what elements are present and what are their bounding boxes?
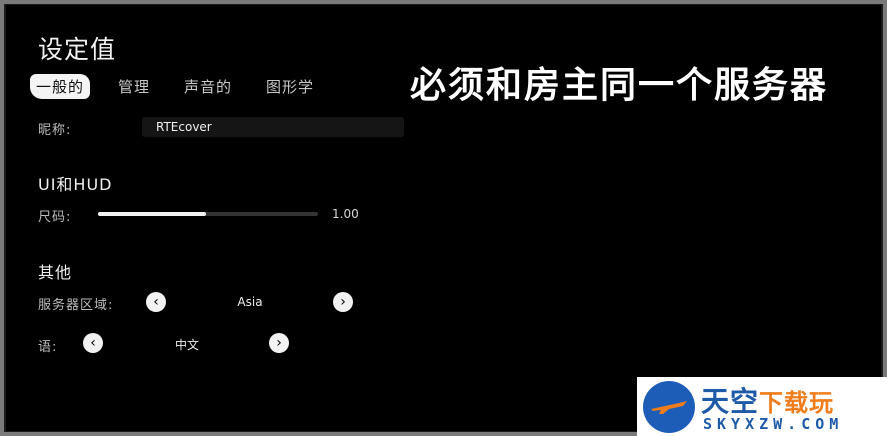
overlay-banner-text: 必须和房主同一个服务器 — [410, 65, 829, 106]
chevron-left-icon: ‹ — [153, 294, 159, 310]
watermark-url: SKYXZW.COM — [703, 415, 844, 433]
watermark-title: 天空下载玩 — [701, 385, 835, 418]
size-slider-fill — [98, 212, 206, 216]
tab-graphics[interactable]: 图形学 — [260, 74, 320, 99]
section-other: 其他 — [38, 263, 73, 282]
language-label: 语: — [38, 340, 58, 355]
nickname-input[interactable]: RTEcover — [142, 117, 404, 137]
nickname-label: 昵称: — [38, 123, 72, 138]
size-slider[interactable] — [98, 212, 318, 216]
chevron-right-icon: › — [340, 294, 346, 310]
server-region-label: 服务器区域: — [38, 298, 114, 313]
language-next-button[interactable]: › — [269, 333, 289, 353]
chevron-left-icon: ‹ — [90, 335, 96, 351]
language-prev-button[interactable]: ‹ — [83, 333, 103, 353]
server-region-value: Asia — [237, 295, 263, 309]
page-title: 设定值 — [38, 35, 117, 64]
tab-admin[interactable]: 管理 — [112, 74, 156, 99]
tab-bar: 一般的 管理 声音的 图形学 — [30, 74, 320, 99]
nickname-value: RTEcover — [156, 120, 212, 134]
section-ui-hud: UI和HUD — [38, 175, 113, 194]
tab-general[interactable]: 一般的 — [30, 74, 91, 99]
server-region-prev-button[interactable]: ‹ — [146, 292, 166, 312]
size-label: 尺码: — [38, 210, 72, 225]
plane-logo-icon — [643, 381, 695, 433]
chevron-right-icon: › — [276, 335, 282, 351]
tab-audio[interactable]: 声音的 — [178, 74, 238, 99]
server-region-next-button[interactable]: › — [333, 292, 353, 312]
watermark-logo: 天空下载玩 SKYXZW.COM — [637, 377, 887, 436]
language-value: 中文 — [174, 338, 199, 352]
size-value: 1.00 — [332, 207, 359, 221]
